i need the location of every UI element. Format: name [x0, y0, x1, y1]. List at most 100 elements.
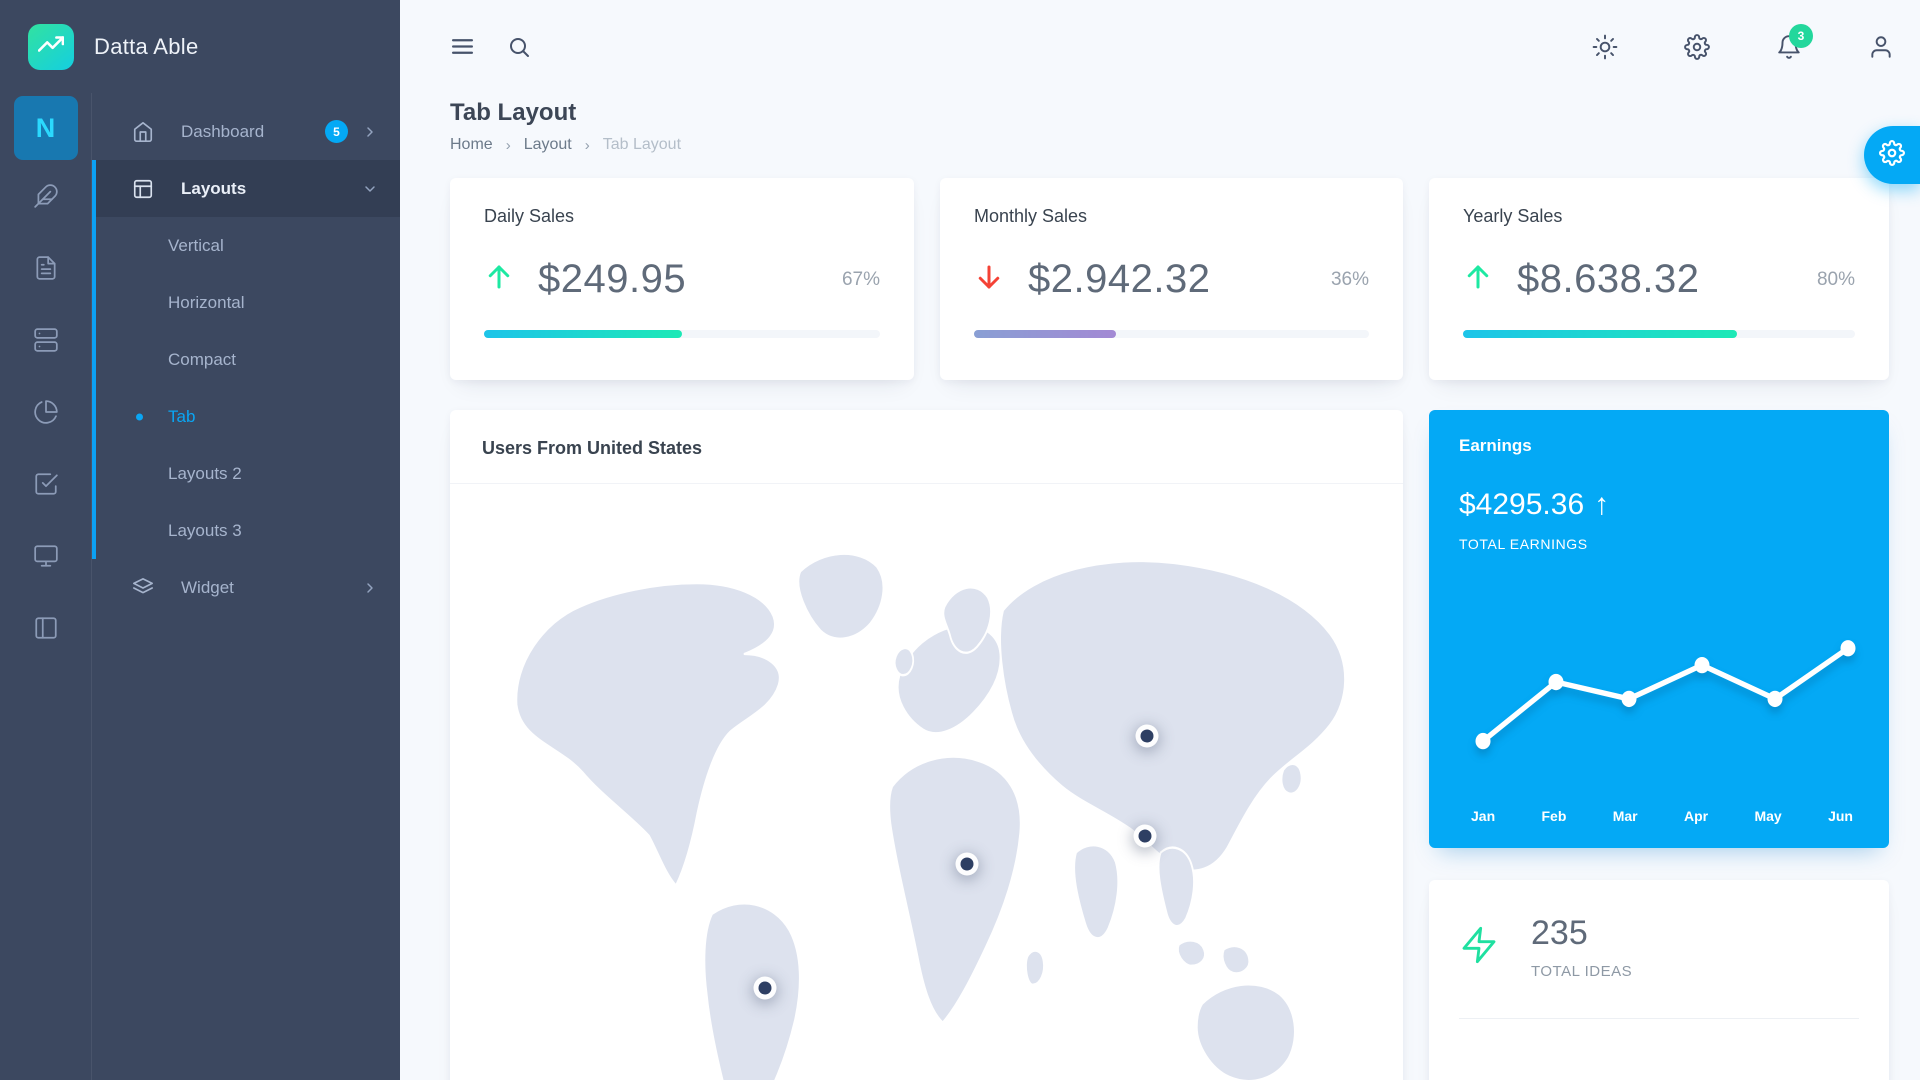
breadcrumb-current: Tab Layout [603, 136, 681, 154]
notifications-bell-icon[interactable]: 3 [1776, 34, 1802, 60]
progress-fill [974, 330, 1116, 338]
monthly-sales-card: Monthly Sales $2.942.32 36% [940, 178, 1403, 380]
earnings-title: Earnings [1459, 436, 1859, 456]
chevron-right-icon [362, 580, 378, 596]
user-profile-icon[interactable] [1868, 34, 1894, 60]
page-title: Tab Layout [450, 99, 1894, 127]
chevron-right-icon [362, 124, 378, 140]
sidebar-item-widget[interactable]: Widget [92, 559, 400, 616]
trending-up-icon [38, 31, 64, 62]
stat-card-title: Daily Sales [484, 206, 880, 227]
sidebar-item-tab[interactable]: Tab [96, 388, 400, 445]
progress-track [1463, 330, 1855, 338]
arrow-up-icon [484, 262, 514, 297]
chart-month-label: Jun [1828, 808, 1853, 824]
stat-card-title: Yearly Sales [1463, 206, 1855, 227]
chart-month-label: Apr [1684, 808, 1708, 824]
card-footer-divider [1459, 1018, 1859, 1080]
layouts-group: Layouts Vertical Horizontal Compact Tab … [92, 160, 400, 559]
sidebar-item-compact[interactable]: Compact [96, 331, 400, 388]
stat-card-title: Monthly Sales [974, 206, 1369, 227]
layout-icon [132, 178, 154, 200]
arrow-up-icon: ↑ [1594, 488, 1609, 522]
dashboard-count-badge: 5 [325, 120, 348, 143]
chart-month-label: Feb [1541, 808, 1566, 824]
sidebar-item-horizontal[interactable]: Horizontal [96, 274, 400, 331]
sidebar-item-layouts-3[interactable]: Layouts 3 [96, 502, 400, 559]
world-map-container[interactable] [450, 484, 1403, 1080]
progress-track [484, 330, 880, 338]
server-icon[interactable] [0, 304, 91, 376]
chart-month-label: Mar [1613, 808, 1638, 824]
sidebar-menu: Dashboard 5 Layouts [92, 93, 400, 1080]
brand-name: Datta Able [94, 34, 199, 60]
map-marker[interactable] [960, 857, 973, 870]
hamburger-menu-icon[interactable] [450, 34, 475, 59]
top-header: 3 [450, 0, 1894, 93]
earnings-line-chart: Jan Feb Mar Apr May Jun [1459, 552, 1859, 824]
chevron-down-icon [362, 181, 378, 197]
monitor-icon[interactable] [0, 520, 91, 592]
search-icon[interactable] [507, 35, 531, 59]
daily-sales-card: Daily Sales $249.95 67% [450, 178, 914, 380]
notification-count-badge: 3 [1789, 24, 1813, 48]
breadcrumb-separator-icon: › [585, 137, 590, 154]
home-icon [132, 121, 154, 143]
zap-icon [1459, 923, 1499, 972]
map-marker[interactable] [1140, 730, 1153, 743]
brightness-sun-icon[interactable] [1592, 34, 1618, 60]
check-square-icon[interactable] [0, 448, 91, 520]
stat-value: $8.638.32 [1517, 257, 1699, 302]
app-window: Datta Able N [0, 0, 1920, 1080]
sidebar: Datta Able N [0, 0, 400, 1080]
chart-month-label: Jan [1471, 808, 1495, 824]
stat-value: $249.95 [538, 257, 686, 302]
stat-percent: 67% [842, 269, 880, 291]
arrow-down-icon [974, 262, 1004, 297]
earnings-subtitle: TOTAL EARNINGS [1459, 536, 1859, 552]
rail-tab-n[interactable]: N [14, 96, 78, 160]
breadcrumb-home[interactable]: Home [450, 136, 493, 154]
brand-header[interactable]: Datta Able [0, 0, 400, 93]
map-marker[interactable] [759, 982, 772, 995]
yearly-sales-card: Yearly Sales $8.638.32 80% [1429, 178, 1889, 380]
stat-percent: 80% [1817, 269, 1855, 291]
gear-icon[interactable] [1684, 34, 1710, 60]
pie-chart-icon[interactable] [0, 376, 91, 448]
config-gear-button[interactable] [1864, 126, 1920, 184]
sidebar-item-layouts[interactable]: Layouts [96, 160, 400, 217]
sidebar-item-dashboard[interactable]: Dashboard 5 [92, 103, 400, 160]
layers-icon [132, 577, 154, 599]
stat-percent: 36% [1331, 269, 1369, 291]
chart-month-label: May [1754, 808, 1781, 824]
progress-fill [1463, 330, 1737, 338]
main-area: 3 Tab Layout Home › Layout › Tab Layout … [400, 0, 1920, 1080]
breadcrumb-separator-icon: › [506, 137, 511, 154]
total-ideas-card: 235 TOTAL IDEAS [1429, 880, 1889, 1080]
breadcrumb: Home › Layout › Tab Layout [450, 136, 1894, 154]
ideas-label: TOTAL IDEAS [1531, 963, 1632, 980]
sidebar-item-label: Widget [181, 578, 234, 598]
sidebar-item-layouts-2[interactable]: Layouts 2 [96, 445, 400, 502]
ideas-count: 235 [1531, 914, 1632, 953]
gear-icon [1879, 140, 1905, 171]
progress-track [974, 330, 1369, 338]
map-marker[interactable] [1138, 830, 1151, 843]
sidebar-item-label: Dashboard [181, 122, 264, 142]
panel-icon[interactable] [0, 592, 91, 664]
earnings-value: $4295.36 [1459, 488, 1584, 522]
sidebar-item-vertical[interactable]: Vertical [96, 217, 400, 274]
earnings-card: Earnings $4295.36 ↑ TOTAL EARNINGS Jan F… [1429, 410, 1889, 848]
stat-value: $2.942.32 [1028, 257, 1210, 302]
icon-rail: N [0, 93, 92, 1080]
brand-logo [28, 24, 74, 70]
map-card-title: Users From United States [482, 438, 1371, 459]
breadcrumb-layout[interactable]: Layout [524, 136, 572, 154]
users-map-card: Users From United States [450, 410, 1403, 1080]
arrow-up-icon [1463, 262, 1493, 297]
world-map [476, 498, 1377, 1080]
file-text-icon[interactable] [0, 232, 91, 304]
pen-icon[interactable] [0, 160, 91, 232]
sidebar-item-label: Layouts [181, 179, 246, 199]
progress-fill [484, 330, 682, 338]
